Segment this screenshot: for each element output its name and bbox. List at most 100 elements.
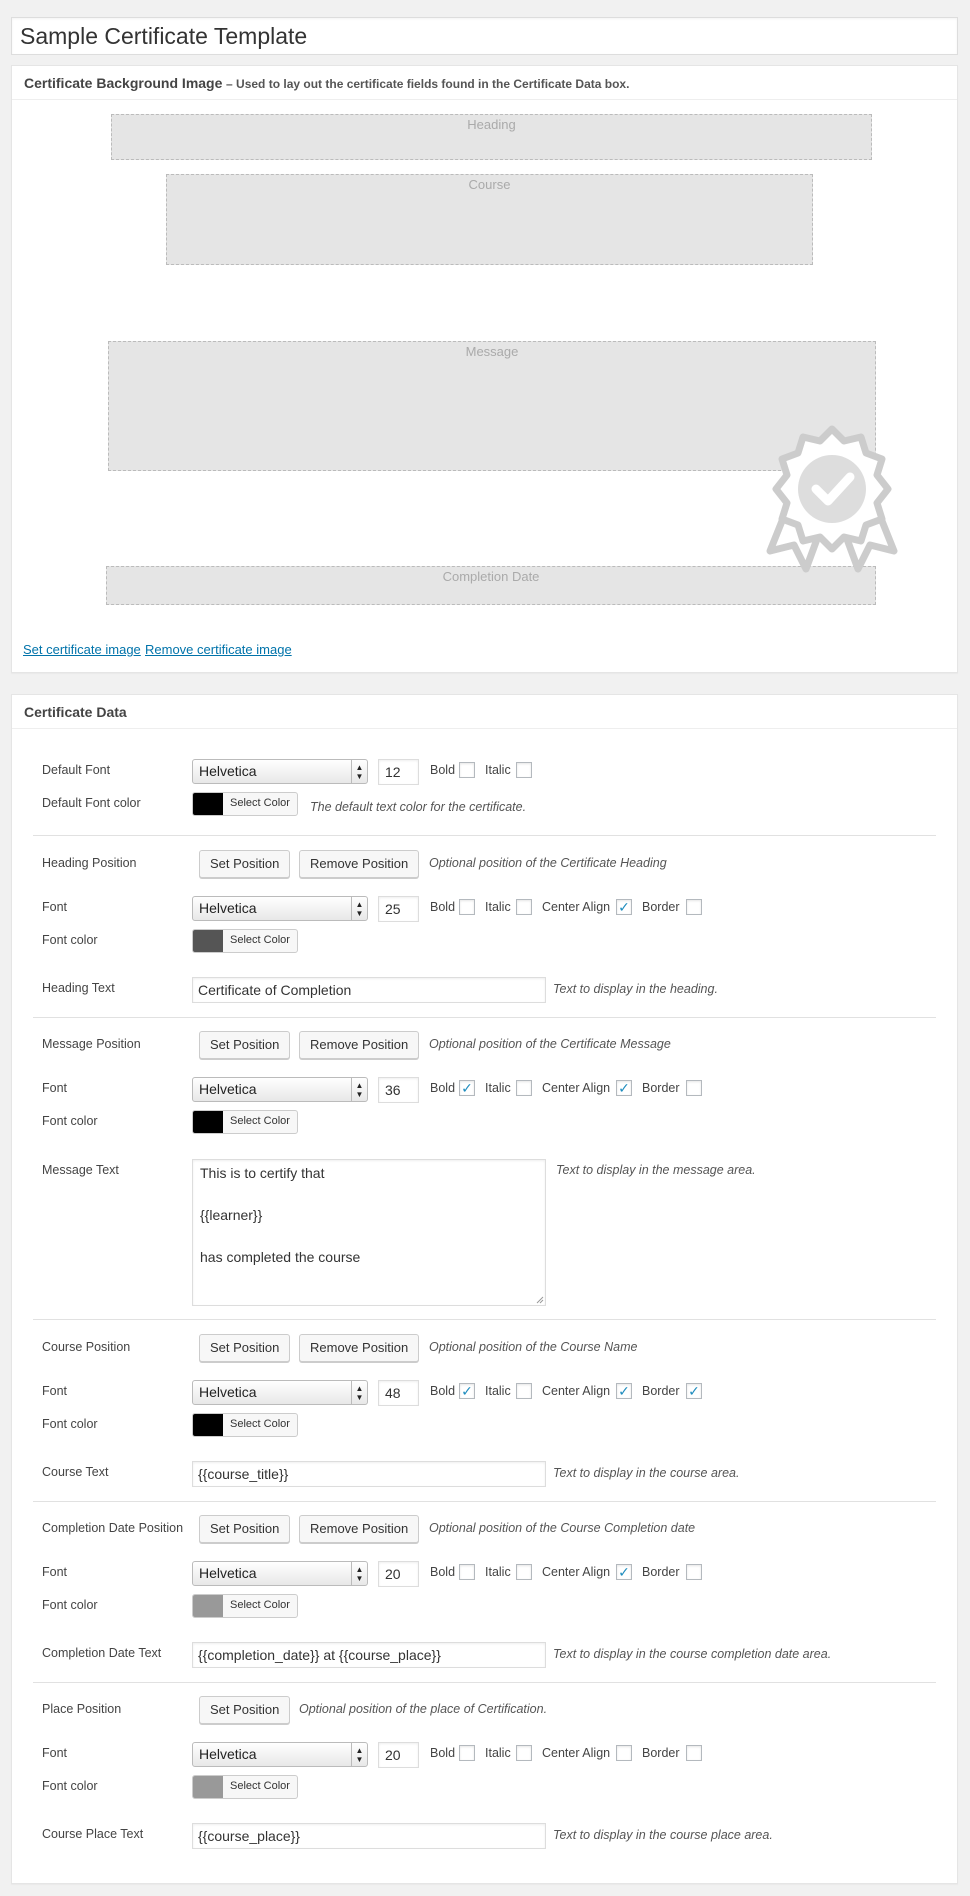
message-italic-checkbox[interactable]	[516, 1080, 532, 1096]
course-font-size-value: 48	[385, 1385, 401, 1401]
message-field[interactable]: Message	[108, 341, 876, 471]
heading-font-select[interactable]: Helvetica ▲ ▼	[192, 896, 368, 921]
message-font-size-value: 36	[385, 1082, 401, 1098]
place-text-input[interactable]: {{course_place}}	[192, 1823, 546, 1849]
default-color-picker-button[interactable]: Select Color	[192, 792, 298, 816]
message-line: has completed the course	[200, 1249, 361, 1265]
place-set-position-button[interactable]: Set Position	[199, 1696, 291, 1724]
heading-bold-label: Bold	[430, 900, 456, 914]
message-border-checkbox[interactable]	[686, 1080, 702, 1096]
completion-border-checkbox[interactable]	[686, 1564, 702, 1580]
place-font-size-value: 20	[385, 1747, 401, 1763]
place-color-picker-button[interactable]: Select Color	[192, 1775, 298, 1799]
message-font-label: Font	[42, 1081, 68, 1095]
completion-set-position-button[interactable]: Set Position	[199, 1515, 291, 1543]
message-bold-checkbox[interactable]: ✓	[459, 1080, 475, 1096]
course-italic-checkbox[interactable]	[516, 1383, 532, 1399]
place-font-label: Font	[42, 1746, 68, 1760]
heading-bold-checkbox[interactable]	[459, 899, 475, 915]
completion-bold-checkbox[interactable]	[459, 1564, 475, 1580]
heading-center-checkbox[interactable]: ✓	[616, 899, 632, 915]
message-font-size-input[interactable]: 36	[378, 1077, 419, 1103]
message-color-swatch	[193, 1111, 223, 1133]
completion-remove-position-button[interactable]: Remove Position	[299, 1515, 420, 1543]
course-border-checkbox[interactable]: ✓	[686, 1383, 702, 1399]
completion-position-desc: Optional position of the Course Completi…	[429, 1521, 696, 1535]
course-center-checkbox[interactable]: ✓	[616, 1383, 632, 1399]
place-center-checkbox[interactable]	[616, 1745, 632, 1761]
default-font-size-value: 12	[385, 764, 401, 780]
heading-font-size-input[interactable]: 25	[378, 896, 419, 922]
completion-font-color-label: Font color	[42, 1598, 98, 1612]
heading-border-checkbox[interactable]	[686, 899, 702, 915]
select-color-label: Select Color	[230, 1418, 290, 1430]
course-font-size-input[interactable]: 48	[378, 1380, 419, 1406]
completion-text-desc: Text to display in the course completion…	[553, 1647, 832, 1661]
place-italic-checkbox[interactable]	[516, 1745, 532, 1761]
heading-color-picker-button[interactable]: Select Color	[192, 929, 298, 953]
message-position-label: Message Position	[42, 1037, 141, 1051]
select-arrows-icon: ▲ ▼	[351, 1743, 367, 1766]
heading-text-desc: Text to display in the heading.	[553, 982, 718, 996]
course-text-input[interactable]: {{course_title}}	[192, 1461, 546, 1487]
divider	[33, 1682, 936, 1683]
default-italic-checkbox[interactable]	[516, 762, 532, 778]
completion-text-value: {{completion_date}} at {{course_place}}	[198, 1647, 441, 1663]
page: Sample Certificate Template Certificate …	[0, 0, 970, 1896]
background-box-subtitle: – Used to lay out the certificate fields…	[226, 77, 630, 91]
heading-position-label: Heading Position	[42, 856, 137, 870]
completion-date-field-label: Completion Date	[442, 569, 540, 584]
background-box-header: Certificate Background Image – Used to l…	[12, 66, 957, 100]
resize-grip-icon[interactable]	[536, 1296, 544, 1304]
course-font-select[interactable]: Helvetica ▲ ▼	[192, 1380, 368, 1405]
completion-date-field[interactable]: Completion Date	[106, 566, 876, 605]
completion-font-select[interactable]: Helvetica ▲ ▼	[192, 1561, 368, 1586]
divider	[33, 835, 936, 836]
select-color-label: Select Color	[230, 1780, 290, 1792]
default-italic-label: Italic	[485, 763, 511, 777]
completion-center-checkbox[interactable]: ✓	[616, 1564, 632, 1580]
place-font-select[interactable]: Helvetica ▲ ▼	[192, 1742, 368, 1767]
completion-center-label: Center Align	[542, 1565, 611, 1579]
course-center-label: Center Align	[542, 1384, 611, 1398]
completion-color-picker-button[interactable]: Select Color	[192, 1594, 298, 1618]
message-color-picker-button[interactable]: Select Color	[192, 1110, 298, 1134]
course-text-desc: Text to display in the course area.	[553, 1466, 740, 1480]
default-font-color-label: Default Font color	[42, 796, 141, 810]
course-bold-checkbox[interactable]: ✓	[459, 1383, 475, 1399]
course-color-picker-button[interactable]: Select Color	[192, 1413, 298, 1437]
place-font-size-input[interactable]: 20	[378, 1742, 419, 1768]
set-certificate-image-link[interactable]: Set certificate image	[23, 642, 141, 657]
heading-font-size-value: 25	[385, 901, 401, 917]
completion-italic-checkbox[interactable]	[516, 1564, 532, 1580]
heading-italic-checkbox[interactable]	[516, 899, 532, 915]
course-text-label: Course Text	[42, 1465, 109, 1479]
place-bold-checkbox[interactable]	[459, 1745, 475, 1761]
message-border-label: Border	[642, 1081, 680, 1095]
heading-set-position-button[interactable]: Set Position	[199, 850, 291, 878]
message-font-select[interactable]: Helvetica ▲ ▼	[192, 1077, 368, 1102]
message-set-position-button[interactable]: Set Position	[199, 1031, 291, 1059]
message-remove-position-button[interactable]: Remove Position	[299, 1031, 420, 1059]
heading-text-input[interactable]: Certificate of Completion	[192, 977, 546, 1003]
default-font-size-input[interactable]: 12	[378, 759, 419, 785]
remove-certificate-image-link[interactable]: Remove certificate image	[145, 642, 292, 657]
heading-text-value: Certificate of Completion	[198, 982, 352, 998]
completion-text-input[interactable]: {{completion_date}} at {{course_place}}	[192, 1642, 546, 1668]
message-textarea[interactable]: This is to certify that {{learner}} has …	[192, 1159, 546, 1306]
select-arrows-icon: ▲ ▼	[351, 897, 367, 920]
message-position-desc: Optional position of the Certificate Mes…	[429, 1037, 671, 1051]
default-color-desc: The default text color for the certifica…	[310, 800, 527, 814]
course-color-swatch	[193, 1414, 223, 1436]
default-font-select[interactable]: Helvetica ▲ ▼	[192, 759, 368, 784]
course-set-position-button[interactable]: Set Position	[199, 1334, 291, 1362]
message-center-checkbox[interactable]: ✓	[616, 1080, 632, 1096]
title-input[interactable]: Sample Certificate Template	[11, 17, 958, 55]
default-bold-checkbox[interactable]	[459, 762, 475, 778]
course-field[interactable]: Course	[166, 174, 813, 265]
heading-remove-position-button[interactable]: Remove Position	[299, 850, 420, 878]
completion-font-size-input[interactable]: 20	[378, 1561, 419, 1587]
place-border-checkbox[interactable]	[686, 1745, 702, 1761]
course-remove-position-button[interactable]: Remove Position	[299, 1334, 420, 1362]
heading-field[interactable]: Heading	[111, 114, 872, 160]
